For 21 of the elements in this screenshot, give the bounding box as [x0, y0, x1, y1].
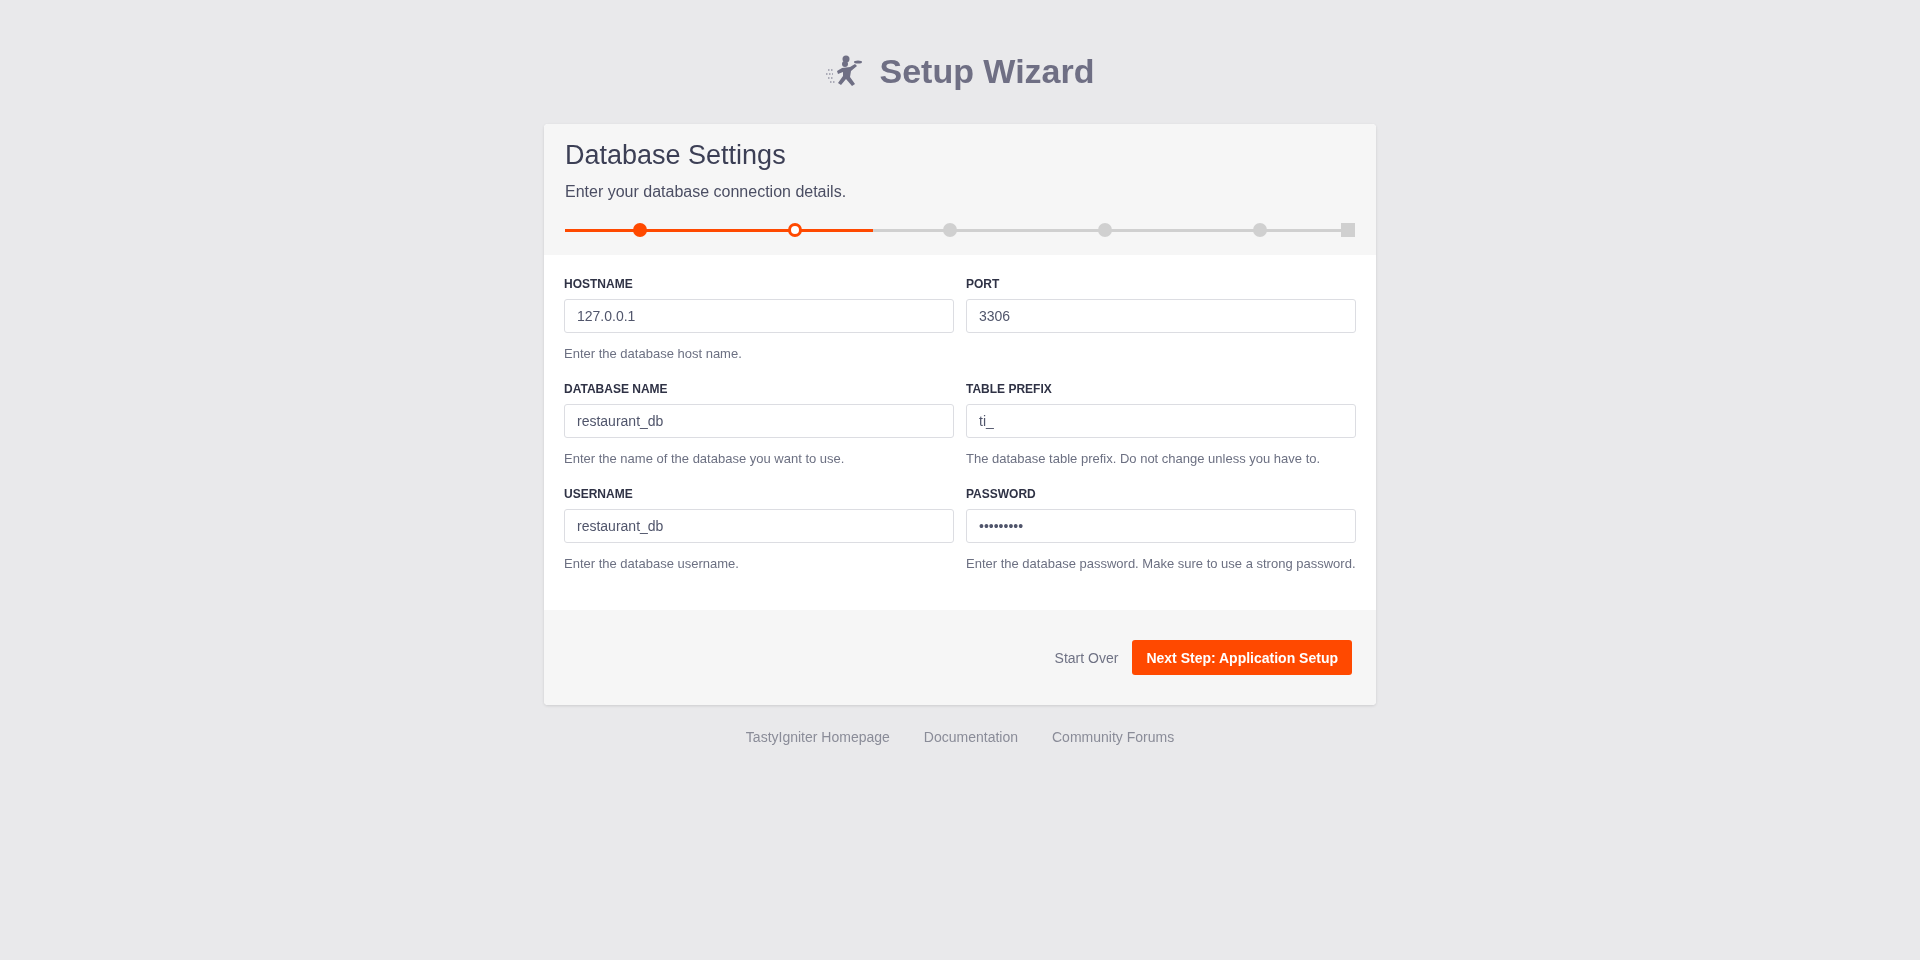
- input-field[interactable]: ti_: [966, 404, 1356, 438]
- help-text: Enter the name of the database you want to use.: [564, 450, 846, 468]
- help-text: Enter the database host name.: [564, 345, 743, 363]
- start-over-link[interactable]: Start Over: [1054, 649, 1119, 666]
- input-field[interactable]: restaurant_db: [564, 404, 954, 438]
- field-label: PORT: [966, 277, 1001, 291]
- field-label: HOSTNAME: [564, 277, 634, 291]
- input-field[interactable]: 3306: [966, 299, 1356, 333]
- input-field[interactable]: •••••••••: [966, 509, 1356, 543]
- field-label: USERNAME: [564, 487, 634, 501]
- input-field[interactable]: 127.0.0.1: [564, 299, 954, 333]
- help-text: The database table prefix. Do not change unless you have to.: [966, 450, 1322, 468]
- field-label: PASSWORD: [966, 487, 1037, 501]
- help-text: Enter the database username.: [564, 555, 740, 573]
- card-subtitle: Enter your database connection details.: [565, 183, 848, 201]
- help-text: Enter the database password. Make sure to use a strong password.: [966, 555, 1356, 573]
- page-title: Setup Wizard: [879, 51, 1095, 91]
- card-title: Database Settings: [565, 140, 787, 171]
- field-label: DATABASE NAME: [564, 382, 669, 396]
- input-field[interactable]: restaurant_db: [564, 509, 954, 543]
- field-label: TABLE PREFIX: [966, 382, 1053, 396]
